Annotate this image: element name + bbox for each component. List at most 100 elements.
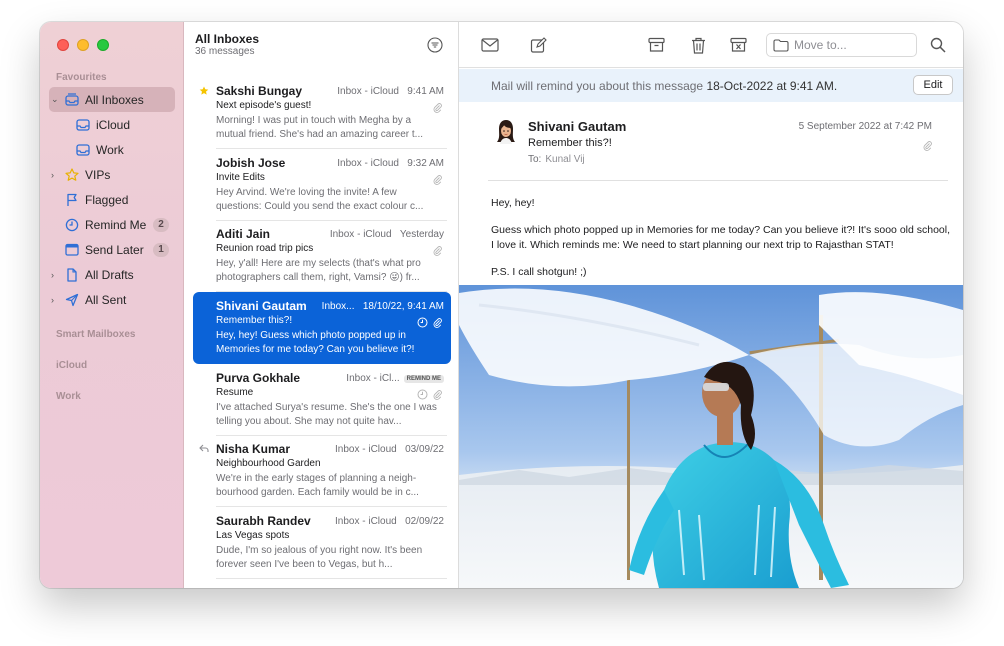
mailbox-name: Inbox - iCl... [346,373,400,384]
search-icon[interactable] [929,36,947,54]
message-preview: We're in the early stages of planning a … [216,473,419,498]
message-date: 5 September 2022 at 7:42 PM [798,121,932,132]
filter-icon[interactable] [427,37,443,53]
sender-name: Nisha Kumar [216,442,291,456]
list-item-selected[interactable]: Shivani Gautam Inbox... 18/10/22, 9:41 A… [193,292,451,364]
message-subject: Next episode's guest! [216,100,312,111]
list-item[interactable]: Purva Gokhale Inbox - iCl... REMIND ME Re… [193,364,451,436]
calendar-icon [65,243,79,257]
sender-name: Purva Gokhale [216,371,301,385]
trash-icon[interactable] [689,36,707,54]
edit-reminder-button[interactable]: Edit [913,75,953,95]
mailbox-name: Inbox - iCloud [335,444,397,455]
section-work[interactable]: Work [56,391,81,402]
message-preview: Hey, y'all! Here are my selects (that's … [216,258,421,283]
count-badge: 2 [153,217,169,232]
window-controls [57,39,109,51]
list-item[interactable]: Jobish Jose Inbox - iCloud 9:32 AM Invit… [193,149,451,221]
attached-photo[interactable] [459,285,963,588]
mailbox-name: Inbox - iCloud [335,516,397,527]
archive-icon[interactable] [647,36,665,54]
sidebar-item-icloud[interactable]: iCloud [49,112,175,137]
inbox-icon [76,143,90,157]
zoom-window-button[interactable] [97,39,109,51]
reading-pane: Move to... Mail will remind you about th… [459,22,963,588]
sidebar-item-all-sent[interactable]: › All Sent [49,287,175,312]
chevron-right-icon[interactable]: › [51,295,59,305]
section-favourites: Favourites [56,72,107,83]
section-icloud[interactable]: iCloud [56,360,87,371]
body-paragraph: P.S. I call shotgun! ;) [491,266,587,278]
minimize-window-button[interactable] [77,39,89,51]
recipient-line: To: Kunal Vij [528,154,585,165]
star-icon [65,167,79,182]
recipient-name[interactable]: Kunal Vij [545,154,584,165]
move-to-field[interactable]: Move to... [766,33,917,57]
list-item[interactable]: Nisha Kumar Inbox - iCloud 03/09/22 Neig… [193,435,451,507]
list-item[interactable]: Aditi Jain Inbox - iCloud Yesterday Reun… [193,220,451,292]
mailbox-name: Inbox - iCloud [337,86,399,97]
sidebar-item-remind-me[interactable]: Remind Me 2 [49,212,175,237]
remind-me-tag: REMIND ME [403,375,444,383]
message-time: 02/09/22 [405,516,444,527]
sidebar-item-label: All Drafts [85,267,134,282]
message-header: Shivani Gautam 5 September 2022 at 7:42 … [459,102,963,180]
junk-icon[interactable] [729,36,747,54]
message-meta: Inbox - iCloud 02/09/22 [335,516,444,527]
chevron-right-icon[interactable]: › [51,270,59,280]
sidebar-item-work[interactable]: Work [49,137,175,162]
mail-window: Favourites ⌄ All Inboxes iCloud Work › V… [40,22,963,588]
inbox-stack-icon [65,93,79,107]
message-meta: Inbox - iCloud 9:32 AM [337,158,444,169]
remind-banner-date: 18-Oct-2022 at 9:41 AM. [706,78,838,93]
avatar[interactable] [494,119,518,145]
remind-banner-text: Mail will remind you about this message [491,78,704,93]
message-subject: Remember this?! [216,315,293,326]
mailbox-name: Inbox... [321,301,355,312]
clock-icon [65,218,79,232]
count-badge: 1 [153,242,169,257]
message-body: Hey, hey! Guess which photo popped up in… [491,196,951,292]
sidebar-list: ⌄ All Inboxes iCloud Work › VIPs Flagged… [49,87,175,312]
star-icon [199,86,211,99]
message-subject: Neighbourhood Garden [216,458,321,469]
list-item[interactable]: Sakshi Bungay Inbox - iCloud 9:41 AM Nex… [193,77,451,149]
chevron-right-icon[interactable]: › [51,170,59,180]
sender-name: Jobish Jose [216,156,286,170]
to-label: To: [528,154,542,165]
sidebar-item-label: Remind Me [85,217,147,232]
sender-name: Shivani Gautam [216,299,307,313]
move-to-placeholder: Move to... [794,38,847,52]
message-preview: Dude, I'm so jealous of you right now. I… [216,545,423,570]
message-time: Yesterday [399,229,444,240]
message-meta: Inbox... 18/10/22, 9:41 AM [322,301,444,312]
sidebar-item-all-inboxes[interactable]: ⌄ All Inboxes [49,87,175,112]
sidebar-item-label: All Sent [85,292,127,307]
list-item[interactable]: Saurabh Randev Inbox - iCloud 02/09/22 L… [193,507,451,579]
message-preview: I've attached Surya's resume. She's the … [216,402,437,427]
sidebar-item-all-drafts[interactable]: › All Drafts [49,262,175,287]
flag-icon [65,193,79,207]
message-subject: Resume [216,387,254,398]
toolbar: Move to... [459,22,963,68]
sidebar-item-send-later[interactable]: Send Later 1 [49,237,175,262]
paperplane-icon [65,293,79,307]
close-window-button[interactable] [57,39,69,51]
envelope-icon[interactable] [481,36,499,54]
section-smart-mailboxes[interactable]: Smart Mailboxes [56,329,135,340]
message-count: 36 messages [195,46,255,57]
message-meta: Inbox - iCl... REMIND ME [346,373,444,384]
paperclip-icon [923,138,932,156]
compose-icon[interactable] [529,36,547,54]
sidebar-item-vips[interactable]: › VIPs [49,162,175,187]
sender-name: Aditi Jain [216,227,271,241]
message-time: 18/10/22, 9:41 AM [362,301,444,312]
header-divider [488,180,948,181]
body-paragraph: Guess which photo popped up in Memories … [491,224,951,251]
inbox-icon [76,118,90,132]
sidebar-item-flagged[interactable]: Flagged [49,187,175,212]
remind-banner: Mail will remind you about this message … [459,69,963,102]
chevron-down-icon[interactable]: ⌄ [51,94,59,105]
mailbox-name: Inbox - iCloud [329,229,392,240]
sender-name: Sakshi Bungay [216,84,303,98]
